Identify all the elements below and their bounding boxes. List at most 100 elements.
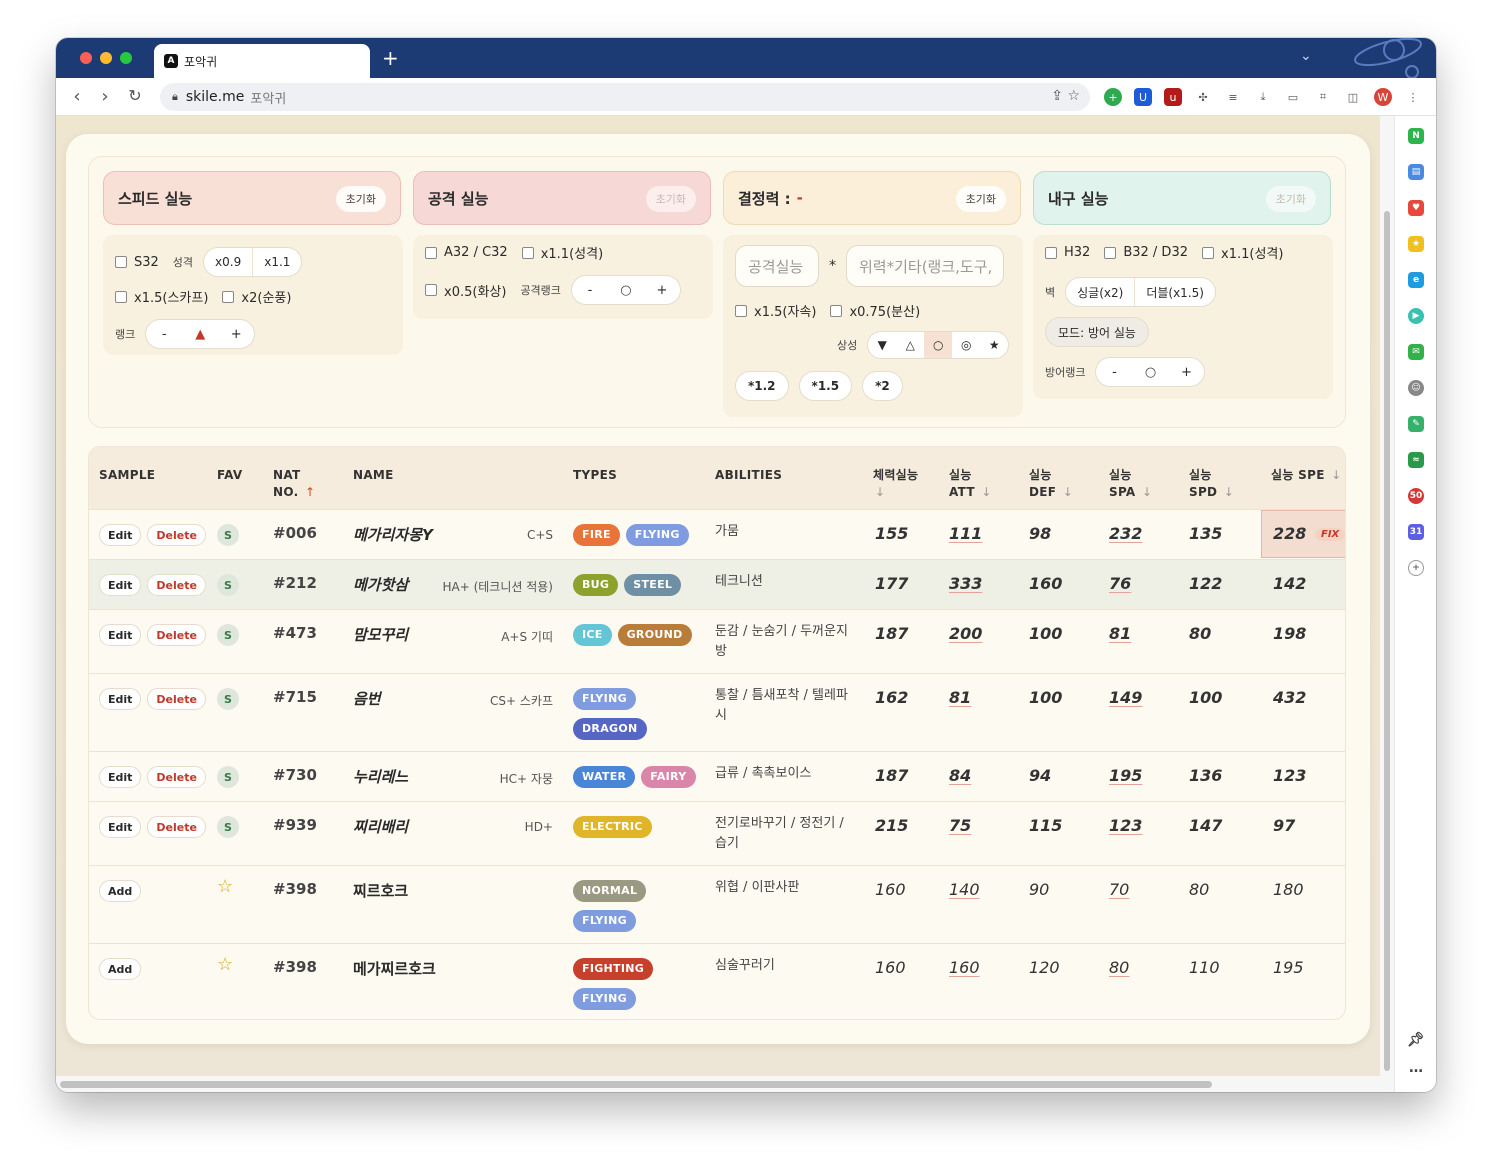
table-row[interactable]: Add ☆ #398 메가찌르호크 FIGHTING FLYING 심술꾸러기 160 160 1… bbox=[89, 943, 1345, 1019]
vertical-scrollbar[interactable] bbox=[1380, 116, 1394, 1076]
pokemon-name[interactable]: 찌르호크 bbox=[353, 880, 408, 901]
bulk-nature-checkbox[interactable] bbox=[1202, 246, 1214, 259]
screenshot-icon[interactable]: ⌗ bbox=[1314, 88, 1332, 106]
a32-checkbox[interactable] bbox=[425, 246, 437, 259]
edit-button[interactable]: Edit bbox=[99, 524, 142, 546]
forward-arrow-icon[interactable]: › bbox=[94, 86, 116, 107]
horizontal-scrollbar[interactable] bbox=[56, 1076, 1394, 1092]
nature-x09-button[interactable]: x0.9 bbox=[204, 248, 252, 276]
synergy-super-effective[interactable]: ★ bbox=[980, 332, 1008, 358]
add-button[interactable]: Add bbox=[99, 880, 142, 902]
fav-badge[interactable]: S bbox=[217, 688, 239, 710]
delete-button[interactable]: Delete bbox=[147, 766, 206, 788]
mult-1-5-button[interactable]: *1.5 bbox=[798, 371, 853, 401]
edge-app-icon[interactable]: e bbox=[1408, 272, 1424, 288]
b32-checkbox[interactable] bbox=[1104, 246, 1117, 259]
col-abilities[interactable]: ABILITIES bbox=[715, 467, 782, 484]
table-row[interactable]: Edit Delete S #715 음번 CS+ 스카프 FLYING DRAGON 통찰 /… bbox=[89, 673, 1345, 751]
col-att[interactable]: 실능 ATT ↓ bbox=[949, 467, 992, 501]
close-window-button[interactable] bbox=[80, 52, 92, 64]
spread-checkbox[interactable] bbox=[830, 304, 843, 317]
edit-button[interactable]: Edit bbox=[99, 574, 142, 596]
naver-icon[interactable]: N bbox=[1408, 128, 1424, 144]
stocks-icon[interactable]: ≈ bbox=[1408, 452, 1424, 468]
s32-checkbox[interactable] bbox=[115, 256, 127, 268]
pokemon-name[interactable]: 음번 bbox=[353, 688, 381, 709]
pin-icon[interactable]: 📌︎ bbox=[1407, 1032, 1425, 1048]
col-spd[interactable]: 실능 SPD ↓ bbox=[1189, 467, 1234, 501]
delete-button[interactable]: Delete bbox=[147, 688, 206, 710]
favorite-star-icon[interactable]: ☆ bbox=[217, 876, 233, 897]
cast-icon[interactable]: ▭ bbox=[1284, 88, 1302, 106]
back-arrow-icon[interactable]: ‹ bbox=[66, 86, 88, 107]
nature-x11-button[interactable]: x1.1 bbox=[252, 248, 301, 276]
profile-avatar[interactable]: W bbox=[1374, 88, 1392, 106]
col-sample[interactable]: SAMPLE bbox=[99, 467, 155, 484]
col-name[interactable]: NAME bbox=[353, 467, 394, 484]
delete-button[interactable]: Delete bbox=[147, 574, 206, 596]
synergy-not-very-effective[interactable]: ▼ bbox=[868, 332, 896, 358]
more-icon[interactable]: … bbox=[1408, 1060, 1424, 1076]
edit-button[interactable]: Edit bbox=[99, 816, 142, 838]
wall-single-button[interactable]: 싱글(x2) bbox=[1066, 278, 1134, 306]
speed-rank-plus[interactable]: + bbox=[218, 327, 254, 342]
pocket-icon[interactable]: ♥ bbox=[1408, 200, 1424, 216]
address-bar[interactable]: 🔒︎ skile.me 포악귀 ⇪ ☆ bbox=[160, 83, 1090, 111]
fav-badge[interactable]: S bbox=[217, 574, 239, 596]
pokemon-name[interactable]: 찌리배리 bbox=[353, 816, 408, 837]
pokemon-name[interactable]: 맘모꾸리 bbox=[353, 624, 408, 645]
table-row[interactable]: Edit Delete S #730 누리레느 HC+ 자뭉 WATER FAIRY 급류 / … bbox=[89, 751, 1345, 801]
power-input[interactable]: 위력*기타(랭크,도구, bbox=[846, 245, 1004, 287]
attack-rank-minus[interactable]: - bbox=[572, 283, 608, 298]
edit-button[interactable]: Edit bbox=[99, 624, 142, 646]
pokemon-name[interactable]: 메가핫삼 bbox=[353, 574, 408, 595]
wall-double-button[interactable]: 더블(x1.5) bbox=[1134, 278, 1215, 306]
delete-button[interactable]: Delete bbox=[147, 624, 206, 646]
speed-rank-minus[interactable]: - bbox=[146, 327, 182, 342]
speed-reset-button[interactable]: 초기화 bbox=[335, 186, 386, 212]
attack-rank-plus[interactable]: + bbox=[644, 283, 680, 298]
pokemon-name[interactable]: 메가리자몽Y bbox=[353, 524, 433, 545]
maximize-window-button[interactable] bbox=[120, 52, 132, 64]
edit-button[interactable]: Edit bbox=[99, 688, 142, 710]
synergy-neutral[interactable]: ○ bbox=[924, 332, 953, 358]
scarf-checkbox[interactable] bbox=[115, 290, 127, 303]
tailwind-checkbox[interactable] bbox=[222, 290, 235, 303]
fix-badge[interactable]: FIX bbox=[1315, 528, 1345, 541]
defense-rank-plus[interactable]: + bbox=[1168, 365, 1204, 380]
burn-checkbox[interactable] bbox=[425, 284, 437, 296]
fav-badge[interactable]: S bbox=[217, 624, 239, 646]
menu-kebab-icon[interactable]: ⋮ bbox=[1404, 88, 1422, 106]
chat-icon[interactable]: ✉ bbox=[1408, 344, 1424, 360]
table-row[interactable]: Edit Delete S #006 메가리자몽Y C+S FIRE FLYING 가뭄 155 1… bbox=[89, 509, 1345, 559]
horizontal-scroll-thumb[interactable] bbox=[60, 1081, 1212, 1088]
col-natno[interactable]: NAT NO. ↑ bbox=[273, 467, 315, 501]
minimize-window-button[interactable] bbox=[100, 52, 112, 64]
defense-rank-minus[interactable]: - bbox=[1096, 365, 1132, 380]
tab-search-chevron-icon[interactable]: ⌄ bbox=[1300, 48, 1312, 64]
add-button[interactable]: Add bbox=[99, 958, 142, 980]
browser-tab[interactable]: A 포악귀 bbox=[154, 44, 370, 78]
vertical-scroll-thumb[interactable] bbox=[1384, 211, 1390, 1071]
bulk-mode-button[interactable]: 모드: 방어 실능 bbox=[1045, 317, 1149, 347]
download-icon[interactable]: ⤓ bbox=[1254, 88, 1272, 106]
favorite-star-icon[interactable]: ☆ bbox=[217, 954, 233, 975]
pokemon-name[interactable]: 메가찌르호크 bbox=[353, 958, 436, 979]
table-row[interactable]: Edit Delete S #473 맘모꾸리 A+S 기띠 ICE GROUND 둔감 / 눈… bbox=[89, 609, 1345, 673]
bookmark-star-icon[interactable]: ★ bbox=[1408, 236, 1424, 252]
delete-button[interactable]: Delete bbox=[147, 524, 206, 546]
mult-1-2-button[interactable]: *1.2 bbox=[735, 371, 789, 401]
mult-2-button[interactable]: *2 bbox=[862, 371, 903, 401]
assistant-icon[interactable]: ☺ bbox=[1408, 380, 1424, 396]
attack-reset-button[interactable]: 초기화 bbox=[645, 186, 696, 212]
ublock-icon[interactable]: u bbox=[1164, 88, 1182, 106]
col-def[interactable]: 실능 DEF ↓ bbox=[1029, 467, 1073, 501]
col-spe[interactable]: 실능 SPE ↓ bbox=[1271, 467, 1342, 484]
extension-add-icon[interactable]: + bbox=[1104, 88, 1122, 106]
delete-button[interactable]: Delete bbox=[147, 816, 206, 838]
side-panel-icon[interactable]: ◫ bbox=[1344, 88, 1362, 106]
fav-badge[interactable]: S bbox=[217, 524, 239, 546]
fav-badge[interactable]: S bbox=[217, 816, 239, 838]
new-tab-button[interactable]: + bbox=[382, 46, 399, 70]
memo-icon[interactable]: ✎ bbox=[1408, 416, 1424, 432]
